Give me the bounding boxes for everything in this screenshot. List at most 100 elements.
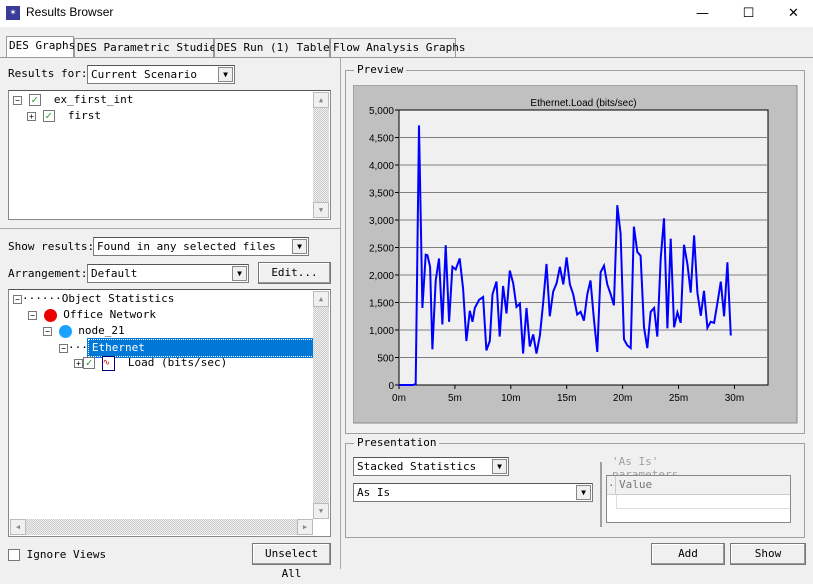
- presentation-filter-select[interactable]: As Is ▼: [353, 483, 593, 502]
- show-results-label: Show results:: [8, 240, 95, 253]
- tree-item-label: Object Statistics: [61, 292, 175, 305]
- presentation-mode-value: Stacked Statistics: [357, 460, 477, 473]
- parameters-table-row[interactable]: [616, 495, 790, 509]
- arrangement-select[interactable]: Default ▼: [87, 264, 249, 283]
- checkbox-checked-icon[interactable]: ✓: [28, 94, 41, 106]
- tab-des-parametric-studies[interactable]: DES Parametric Studies: [74, 38, 223, 57]
- node-icon: [58, 324, 72, 338]
- y-tick-label: 0: [388, 381, 394, 392]
- expand-icon[interactable]: +: [74, 358, 83, 368]
- results-for-value: Current Scenario: [91, 68, 197, 81]
- y-tick-label: 500: [377, 354, 394, 365]
- as-is-parameters-group: 'As Is' parameters: [600, 455, 682, 527]
- title-bar: ✶ Results Browser — ☐ ✕: [0, 0, 813, 27]
- x-tick-label: 30m: [725, 393, 744, 404]
- tree-item-label: first: [67, 109, 101, 122]
- x-tick-label: 20m: [613, 393, 632, 404]
- x-tick-label: 10m: [501, 393, 520, 404]
- scroll-down-icon[interactable]: ▼: [313, 503, 329, 519]
- y-tick-label: 1,500: [369, 299, 394, 310]
- close-button[interactable]: ✕: [771, 0, 813, 27]
- tree-item-office-network[interactable]: − Office Network: [28, 307, 156, 323]
- collapse-icon[interactable]: −: [59, 343, 68, 353]
- checkbox-unchecked-icon[interactable]: [8, 549, 20, 561]
- scroll-left-icon[interactable]: ◀: [10, 519, 26, 535]
- scroll-up-icon[interactable]: ▲: [313, 291, 329, 307]
- network-icon: [43, 308, 57, 322]
- presentation-label: Presentation: [354, 436, 440, 449]
- minimize-button[interactable]: —: [680, 0, 725, 27]
- files-tree[interactable]: − ✓ ex_first_int + ✓ first ▲ ▼: [8, 90, 331, 220]
- column-header-index: .: [607, 476, 616, 494]
- collapse-icon[interactable]: −: [13, 294, 22, 304]
- window-title: Results Browser: [26, 5, 114, 19]
- app-star-icon: ✶: [6, 6, 20, 20]
- panel-splitter[interactable]: [340, 58, 341, 569]
- tree-item-label: node_21: [78, 324, 125, 337]
- preview-label: Preview: [354, 63, 407, 76]
- chart-title: Ethernet.Load (bits/sec): [530, 98, 636, 109]
- chevron-down-icon: ▼: [232, 266, 247, 281]
- tree-item-object-statistics[interactable]: − ······Object Statistics: [13, 291, 174, 307]
- add-button[interactable]: Add: [651, 543, 725, 565]
- scroll-up-icon[interactable]: ▲: [313, 92, 329, 108]
- presentation-mode-select[interactable]: Stacked Statistics ▼: [353, 457, 509, 476]
- scroll-down-icon[interactable]: ▼: [313, 202, 329, 218]
- tree-item-ex-first-int[interactable]: − ✓ ex_first_int: [13, 92, 133, 108]
- tree-item-label: Office Network: [63, 308, 156, 321]
- results-for-label: Results for:: [8, 67, 88, 80]
- collapse-icon[interactable]: −: [13, 95, 22, 105]
- tab-des-graphs[interactable]: DES Graphs: [6, 36, 75, 57]
- tree-item-label: ex_first_int: [53, 93, 134, 106]
- statistic-graph-icon: ∿: [101, 355, 115, 371]
- chevron-down-icon: ▼: [292, 239, 307, 254]
- tab-divider: [0, 57, 813, 58]
- checkbox-checked-icon[interactable]: ✓: [42, 110, 55, 122]
- tree-item-label: Load (bits/sec): [127, 356, 228, 369]
- horizontal-scrollbar[interactable]: ◀ ▶: [10, 519, 313, 535]
- arrangement-value: Default: [91, 267, 138, 280]
- ignore-views-checkbox[interactable]: Ignore Views: [8, 548, 106, 561]
- y-tick-label: 1,000: [369, 326, 394, 337]
- presentation-filter-value: As Is: [357, 486, 391, 499]
- statistics-tree[interactable]: − ······Object Statistics − Office Networ…: [8, 289, 331, 537]
- preview-chart: Ethernet.Load (bits/sec) 0 500 1,000 1,500 2,…: [353, 85, 798, 424]
- y-tick-label: 3,500: [369, 189, 394, 200]
- ignore-views-label: Ignore Views: [26, 548, 107, 561]
- column-header-value: Value: [619, 478, 653, 491]
- tab-flow-analysis-graphs[interactable]: Flow Analysis Graphs: [330, 38, 465, 57]
- results-for-select[interactable]: Current Scenario ▼: [87, 65, 235, 84]
- divider: [0, 228, 340, 229]
- expand-icon[interactable]: +: [27, 111, 36, 121]
- tab-des-run-tables[interactable]: DES Run (1) Tables: [214, 38, 336, 57]
- x-tick-label: 0m: [392, 393, 406, 404]
- edit-button[interactable]: Edit...: [258, 262, 331, 284]
- tree-item-load[interactable]: + ✓ ∿ Load (bits/sec): [74, 355, 227, 371]
- unselect-all-button[interactable]: Unselect All: [252, 543, 331, 580]
- tree-item-node-21[interactable]: − node_21: [43, 323, 125, 339]
- parameters-table[interactable]: . Value: [606, 475, 791, 523]
- show-results-select[interactable]: Found in any selected files ▼: [93, 237, 309, 256]
- collapse-icon[interactable]: −: [43, 326, 52, 336]
- tree-item-ethernet[interactable]: − ··· Ethernet: [59, 338, 319, 358]
- scroll-right-icon[interactable]: ▶: [297, 519, 313, 535]
- collapse-icon[interactable]: −: [28, 310, 37, 320]
- x-tick-label: 5m: [448, 393, 462, 404]
- show-button[interactable]: Show: [730, 543, 806, 565]
- chevron-down-icon: ▼: [576, 485, 591, 500]
- vertical-scrollbar[interactable]: ▲ ▼: [313, 92, 329, 218]
- y-tick-label: 3,000: [369, 216, 394, 227]
- tree-item-first[interactable]: + ✓ first: [27, 108, 101, 124]
- x-tick-label: 25m: [669, 393, 688, 404]
- vertical-scrollbar[interactable]: ▲ ▼: [313, 291, 329, 519]
- checkbox-checked-icon[interactable]: ✓: [83, 357, 95, 369]
- y-tick-label: 2,500: [369, 244, 394, 255]
- y-tick-label: 2,000: [369, 271, 394, 282]
- parameters-table-header: . Value: [607, 476, 790, 495]
- show-results-value: Found in any selected files: [97, 240, 276, 253]
- arrangement-label: Arrangement:: [8, 267, 88, 280]
- chevron-down-icon: ▼: [492, 459, 507, 474]
- y-tick-label: 4,500: [369, 134, 394, 145]
- maximize-button[interactable]: ☐: [726, 0, 771, 27]
- y-tick-label: 5,000: [369, 106, 394, 117]
